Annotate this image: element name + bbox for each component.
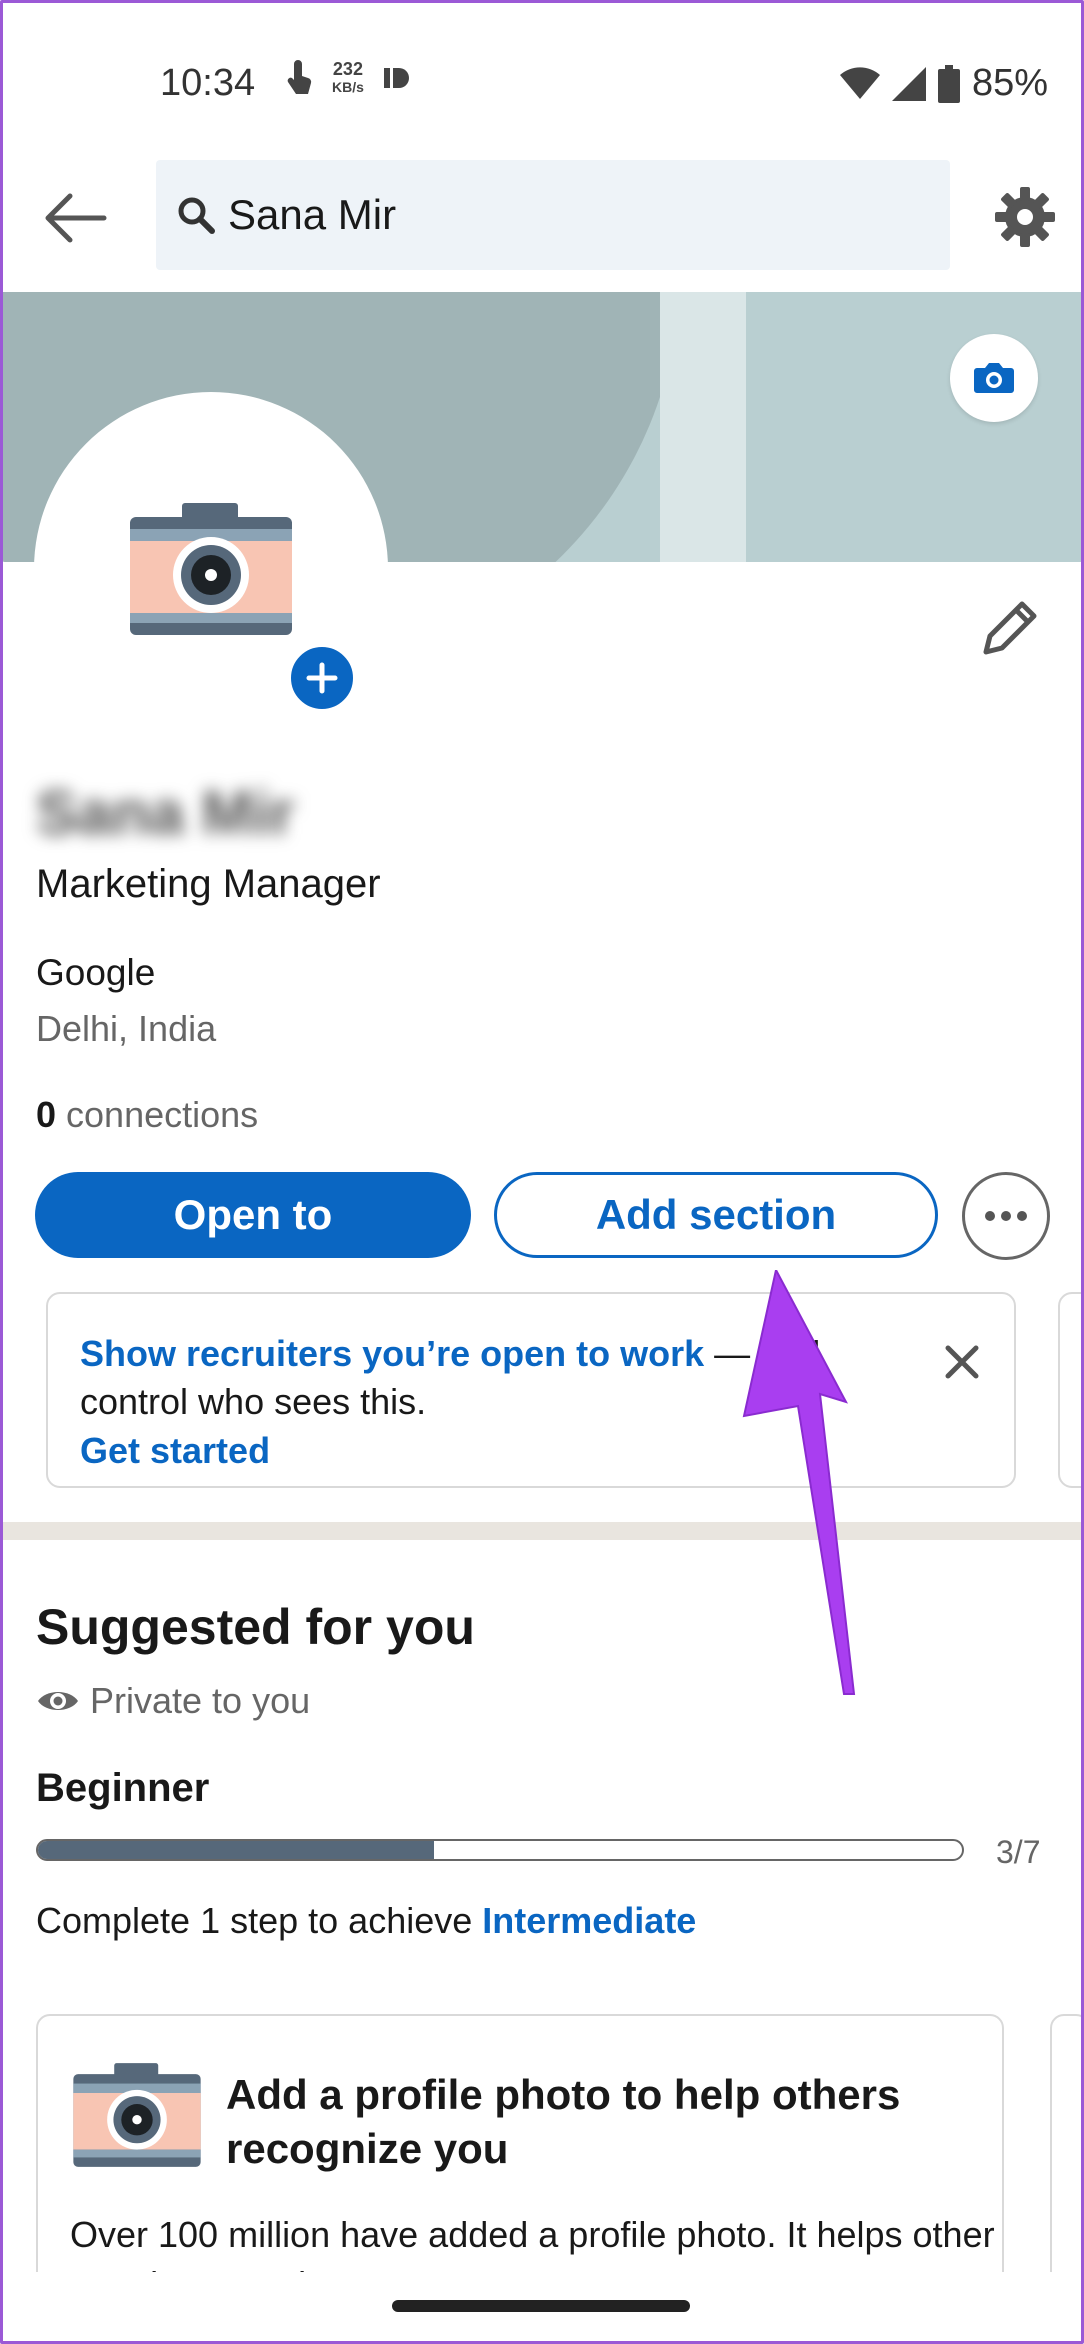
network-speed: 232 KB/s: [332, 60, 364, 96]
edit-banner-button[interactable]: [950, 334, 1038, 422]
banner-band: [660, 292, 746, 562]
profile-name: Sana Mir: [36, 779, 295, 848]
privacy-label: Private to you: [90, 1680, 311, 1721]
annotation-arrow: [742, 1270, 856, 1695]
plus-icon: [306, 662, 338, 694]
search-query: Sana Mir: [228, 191, 397, 238]
add-photo-button[interactable]: [288, 644, 356, 712]
settings-button[interactable]: [992, 184, 1058, 250]
profile-location: Delhi, India: [36, 1008, 217, 1049]
camera-icon: [974, 363, 1014, 393]
camera-placeholder-icon: [73, 2063, 201, 2167]
open-to-work-card: Show recruiters you’re open to work — an…: [46, 1292, 1016, 1488]
connections-count[interactable]: 0 connections: [36, 1094, 258, 1136]
achieve-text: Complete 1 step to achieve Intermediate: [36, 1900, 696, 1942]
section-divider: [0, 1522, 1084, 1540]
pencil-icon: [983, 601, 1037, 655]
profile-company[interactable]: Google: [36, 952, 155, 994]
network-speed-unit: KB/s: [332, 79, 364, 95]
achieve-prefix: Complete 1 step to achieve: [36, 1900, 483, 1941]
dismiss-button[interactable]: [936, 1336, 988, 1388]
close-icon: [945, 1345, 979, 1379]
app-notification-icon: [383, 68, 409, 88]
network-speed-value: 232: [332, 59, 363, 79]
profile-headline: Marketing Manager: [36, 862, 381, 906]
profile-level: Beginner: [36, 1766, 210, 1810]
suggestion-card-title: Add a profile photo to help others recog…: [226, 2071, 901, 2172]
status-icons-right: 85%: [839, 62, 1048, 105]
eye-icon: [38, 1692, 78, 1710]
more-actions-button[interactable]: [962, 1172, 1050, 1260]
camera-placeholder-icon: [130, 503, 292, 635]
status-time: 10:34: [160, 62, 256, 104]
connections-number: 0: [36, 1094, 57, 1135]
edit-intro-button[interactable]: [972, 594, 1044, 666]
status-bar: 10:34 232 KB/s 85%: [0, 0, 1084, 150]
connections-label: connections: [56, 1094, 259, 1135]
search-icon: [178, 197, 215, 234]
battery-icon: [937, 64, 960, 103]
search-input[interactable]: Sana Mir: [156, 160, 950, 270]
progress-fill: [38, 1841, 435, 1859]
suggested-title: Suggested for you: [36, 1599, 475, 1655]
back-arrow-icon: [45, 193, 107, 243]
gear-icon: [995, 187, 1055, 247]
wifi-icon: [839, 66, 880, 99]
battery-percent: 85%: [971, 62, 1048, 104]
open-to-button[interactable]: Open to: [35, 1172, 471, 1258]
intermediate-link[interactable]: Intermediate: [482, 1900, 696, 1941]
profile-progress-bar: [36, 1839, 964, 1861]
open-to-work-link[interactable]: Show recruiters you’re open to work: [80, 1333, 704, 1374]
back-button[interactable]: [40, 182, 112, 254]
more-horizontal-icon: [985, 1211, 1027, 1221]
add-section-button[interactable]: Add section: [494, 1172, 938, 1258]
banner-right: [746, 292, 1084, 562]
touch-icon: [287, 60, 312, 94]
progress-label: 3/7: [996, 1834, 1041, 1870]
home-indicator[interactable]: [392, 2300, 690, 2312]
privacy-note: Private to you: [36, 1680, 310, 1722]
cell-signal-icon: [891, 66, 926, 101]
status-icons-left: 232 KB/s: [284, 60, 410, 96]
get-started-link[interactable]: Get started: [80, 1430, 270, 1472]
next-card-peek: [1058, 1292, 1084, 1488]
top-bar: Sana Mir: [0, 150, 1084, 290]
